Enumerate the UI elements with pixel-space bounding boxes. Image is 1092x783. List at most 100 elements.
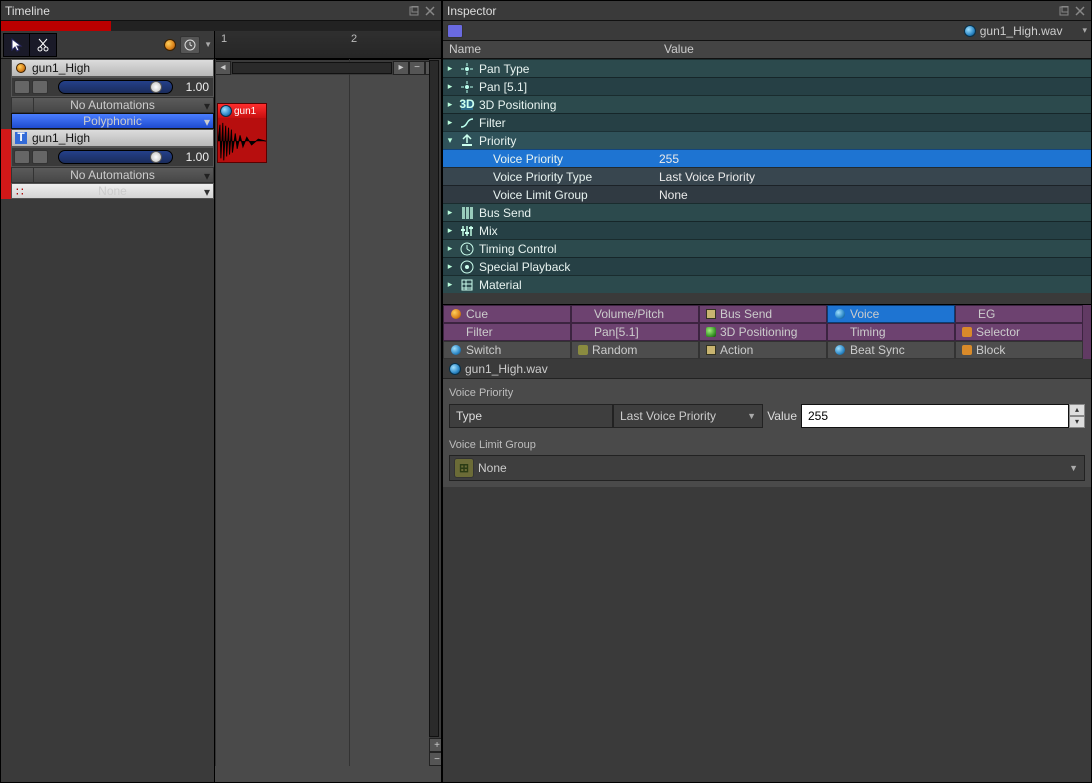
track-volume-row: 1.00	[11, 147, 214, 167]
tree-row-3d-positioning[interactable]: ▸3D3D Positioning	[443, 95, 1091, 113]
tree-row-voice-limit-group[interactable]: Voice Limit GroupNone	[443, 185, 1091, 203]
automations-dropdown[interactable]: No Automations ▾	[11, 97, 214, 113]
section-voice-priority: Voice Priority	[449, 387, 1085, 399]
tab-selector[interactable]: Selector	[955, 323, 1083, 341]
trash-icon[interactable]	[32, 150, 48, 164]
inspector-undock-icon[interactable]	[1057, 4, 1071, 18]
filebar-name: gun1_High.wav	[465, 362, 548, 376]
olive-icon	[578, 345, 588, 355]
expand-arrow-icon[interactable]: ▸	[443, 243, 457, 254]
track-1: gun1_High 1.00	[1, 59, 214, 129]
special-icon	[457, 259, 477, 275]
group-grid-icon: ⊞	[454, 458, 474, 478]
list-view-icon[interactable]	[447, 24, 463, 38]
expand-arrow-icon[interactable]: ▸	[443, 279, 457, 290]
mute-icon[interactable]	[14, 150, 30, 164]
timeline-grid	[215, 59, 429, 766]
tab-bus-send[interactable]: Bus Send	[699, 305, 827, 323]
voice-limit-group-dropdown[interactable]: ⊞ None ▼	[449, 455, 1085, 481]
audio-clip[interactable]: gun1	[217, 103, 267, 163]
expand-arrow-icon[interactable]: ▸	[443, 261, 457, 272]
timeline-title: Timeline	[5, 4, 405, 18]
record-dot-icon[interactable]	[164, 39, 176, 51]
expand-arrow-icon[interactable]: ▸	[443, 207, 457, 218]
tree-row-priority[interactable]: ▾Priority	[443, 131, 1091, 149]
tree-row-mix[interactable]: ▸Mix	[443, 221, 1091, 239]
chevron-down-icon[interactable]: ▼	[204, 40, 212, 49]
expand-arrow-icon[interactable]: ▸	[443, 81, 457, 92]
tab-eg[interactable]: EG	[955, 305, 1083, 323]
spin-up-button[interactable]: ▴	[1069, 404, 1085, 416]
cue-dot-icon	[450, 308, 462, 320]
track-header[interactable]: T gun1_High	[11, 129, 214, 147]
tab-3d-positioning[interactable]: 3D Positioning	[699, 323, 827, 341]
value-input[interactable]: 255	[801, 404, 1069, 428]
inspector-toolbar: gun1_High.wav ▾	[443, 21, 1091, 41]
tree-row-voice-priority[interactable]: Voice Priority255	[443, 149, 1091, 167]
inspector-close-icon[interactable]	[1073, 4, 1087, 18]
tree-row-voice-priority-type[interactable]: Voice Priority TypeLast Voice Priority	[443, 167, 1091, 185]
tree-header: Name Value	[443, 41, 1091, 59]
orange-square-icon	[962, 327, 972, 337]
tree-row-filter[interactable]: ▸Filter	[443, 113, 1091, 131]
tree-row-bus-send[interactable]: ▸Bus Send	[443, 203, 1091, 221]
cue-dot-icon	[12, 60, 30, 76]
timeline-ruler[interactable]: 1 2	[215, 31, 441, 59]
tree-row-material[interactable]: ▸Material	[443, 275, 1091, 293]
wav-icon	[220, 105, 232, 117]
playback-mode-dropdown[interactable]: Polyphonic ▾	[11, 113, 214, 129]
material-icon	[457, 277, 477, 293]
tree-row-special-playback[interactable]: ▸Special Playback	[443, 257, 1091, 275]
timeline-progress-fill	[1, 21, 111, 31]
track-header[interactable]: gun1_High	[11, 59, 214, 77]
chevron-down-icon: ▾	[204, 115, 210, 129]
expand-arrow-icon[interactable]: ▸	[443, 117, 457, 128]
expand-arrow-icon[interactable]: ▸	[443, 63, 457, 74]
zoom-out-v-button[interactable]: −	[429, 752, 441, 766]
trash-icon[interactable]	[32, 80, 48, 94]
tab-pan-5-1-[interactable]: Pan[5.1]	[571, 323, 699, 341]
timeline-undock-icon[interactable]	[407, 4, 421, 18]
timing-icon	[457, 241, 477, 257]
expand-arrow-icon[interactable]: ▾	[443, 135, 457, 146]
inspector-title: Inspector	[447, 4, 1055, 18]
svg-text:T: T	[17, 132, 25, 144]
tree-row-pan-type[interactable]: ▸Pan Type	[443, 59, 1091, 77]
timeline-vertical-scrollbar[interactable]: + −	[429, 59, 441, 766]
timeline-canvas[interactable]: 1 2 gun1	[215, 31, 441, 782]
volume-slider[interactable]	[58, 80, 173, 94]
tab-random: Random	[571, 341, 699, 359]
tab-timing[interactable]: Timing	[827, 323, 955, 341]
tab-switch: Switch	[443, 341, 571, 359]
mute-icon[interactable]	[14, 80, 30, 94]
spin-down-button[interactable]: ▾	[1069, 416, 1085, 428]
dropdown-tri-icon[interactable]: ▾	[1082, 25, 1087, 36]
filter-icon	[457, 115, 477, 131]
pointer-tool-button[interactable]	[4, 34, 30, 56]
timeline-progress	[1, 21, 441, 31]
tree-row-pan-5-1-[interactable]: ▸Pan [5.1]	[443, 77, 1091, 95]
track-volume-row: 1.00	[11, 77, 214, 97]
expand-arrow-icon[interactable]: ▸	[443, 225, 457, 236]
type-dropdown[interactable]: Last Voice Priority ▼	[613, 404, 763, 428]
tree-rows[interactable]: ▸Pan Type▸Pan [5.1]▸3D3D Positioning▸Fil…	[443, 59, 1091, 304]
tab-cue[interactable]: Cue	[443, 305, 571, 323]
playback-mode-dropdown[interactable]: ∷ None ▾	[11, 183, 214, 199]
timeline-close-icon[interactable]	[423, 4, 437, 18]
volume-slider[interactable]	[58, 150, 173, 164]
razor-tool-button[interactable]	[30, 34, 56, 56]
zoom-in-v-button[interactable]: +	[429, 738, 441, 752]
square-icon	[706, 345, 716, 355]
clock-menu-button[interactable]	[180, 36, 200, 54]
volume-value: 1.00	[177, 150, 213, 164]
tab-filter[interactable]: Filter	[443, 323, 571, 341]
tab-volume-pitch[interactable]: Volume/Pitch	[571, 305, 699, 323]
section-voice-limit-group: Voice Limit Group	[449, 439, 1085, 451]
expand-arrow-icon[interactable]: ▸	[443, 99, 457, 110]
tab-voice[interactable]: Voice	[827, 305, 955, 323]
tree-row-timing-control[interactable]: ▸Timing Control	[443, 239, 1091, 257]
orange-square-icon	[962, 345, 972, 355]
automations-dropdown[interactable]: No Automations ▾	[11, 167, 214, 183]
square-icon	[706, 309, 716, 319]
inspector-filebar: gun1_High.wav	[443, 359, 1091, 379]
